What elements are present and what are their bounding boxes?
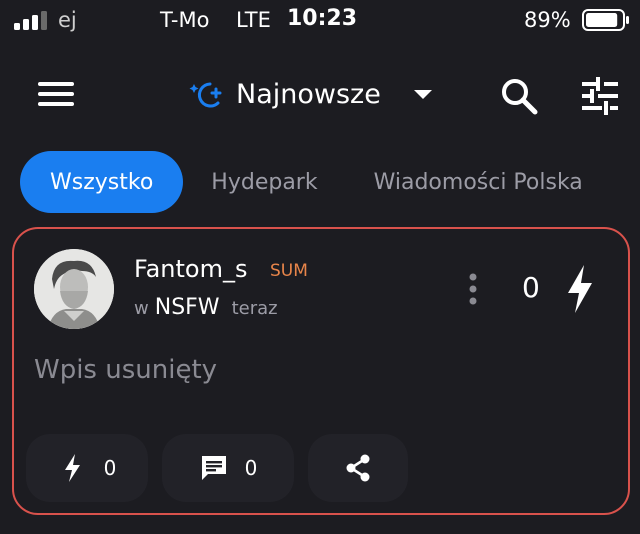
battery-icon (582, 9, 629, 31)
post-card[interactable]: Fantom_s SUM w NSFW teraz 0 Wpis usunięt… (12, 227, 630, 515)
comment-icon (201, 456, 226, 480)
caret-down-icon (413, 90, 432, 99)
carrier-name: T-Mo (160, 8, 210, 32)
sort-label: Najnowsze (236, 78, 381, 110)
category-tabs: Wszystko Hydepark Wiadomości Polska (20, 151, 611, 213)
lightning-icon (64, 454, 80, 482)
share-button[interactable] (308, 434, 408, 502)
tab-wiadomosci-polska[interactable]: Wiadomości Polska (346, 151, 611, 213)
more-options-icon[interactable] (462, 271, 484, 307)
post-time: teraz (231, 298, 278, 319)
post-actions: 0 0 (26, 434, 422, 502)
vote-count: 0 (522, 271, 540, 304)
tab-wszystko[interactable]: Wszystko (20, 151, 184, 213)
community-link[interactable]: NSFW (155, 295, 220, 320)
top-navbar: Najnowsze (0, 58, 640, 130)
clock: 10:23 (287, 6, 358, 31)
page: ej T-Mo LTE 10:23 89% Najnowsze Wszystko… (0, 0, 640, 534)
network-type: LTE (236, 8, 271, 32)
sort-dropdown[interactable]: Najnowsze (188, 72, 435, 116)
tab-label: Wiadomości Polska (373, 169, 583, 195)
author-badge: SUM (270, 261, 308, 281)
community-prefix: w (134, 298, 149, 319)
share-icon (346, 454, 370, 482)
zap-button[interactable]: 0 (26, 434, 148, 502)
signal-strength-icon (14, 11, 47, 30)
lightning-vote-icon[interactable] (564, 263, 596, 315)
filter-sliders-icon[interactable] (578, 76, 622, 116)
comment-count: 0 (244, 456, 258, 480)
search-icon[interactable] (498, 76, 540, 116)
zap-count: 0 (103, 456, 117, 480)
author-name[interactable]: Fantom_s (134, 255, 248, 283)
tab-hydepark[interactable]: Hydepark (183, 151, 345, 213)
tab-label: Hydepark (211, 169, 318, 195)
status-bar: ej T-Mo LTE 10:23 89% (0, 0, 640, 42)
sparkle-icon (189, 82, 222, 108)
hamburger-menu-icon[interactable] (34, 74, 78, 114)
post-body: Wpis usunięty (34, 355, 218, 385)
carrier-fragment: ej (58, 8, 77, 32)
avatar-portrait-icon (34, 249, 114, 329)
post-meta: w NSFW teraz (134, 295, 278, 320)
battery-percent: 89% (524, 8, 571, 32)
avatar[interactable] (34, 249, 114, 329)
comment-button[interactable]: 0 (162, 434, 294, 502)
tab-label: Wszystko (50, 169, 154, 195)
